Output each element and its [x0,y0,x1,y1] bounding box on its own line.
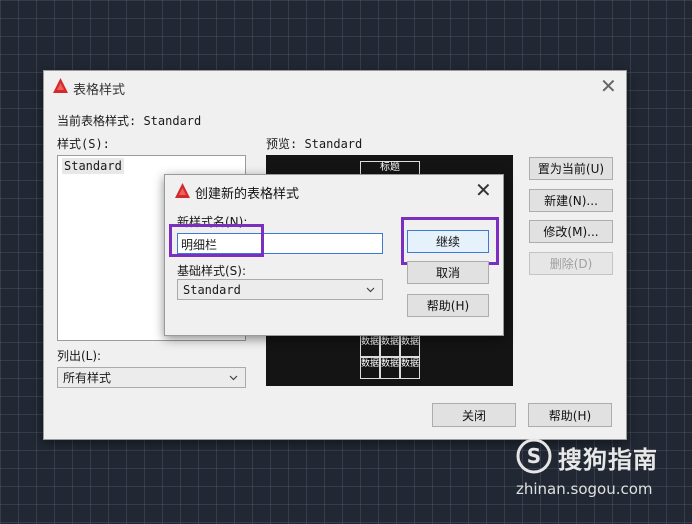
styles-label: 样式(S): [57,137,110,151]
close-icon[interactable]: ✕ [475,180,492,200]
preview-header: 标题 [360,161,420,175]
chevron-down-icon [229,375,238,381]
title-bar: 创建新的表格样式 ✕ [165,175,503,205]
close-button[interactable]: 关闭 [432,403,516,427]
modify-style-button[interactable]: 修改(M)... [529,220,613,243]
preview-label: 预览: Standard [266,137,363,151]
preview-cell: 数据 [380,357,400,379]
cancel-button[interactable]: 取消 [407,261,489,284]
new-style-button[interactable]: 新建(N)... [529,189,613,212]
chevron-down-icon [366,287,375,293]
name-highlight-box [169,224,264,257]
sogou-watermark: S 搜狗指南 zhinan.sogou.com [514,438,684,508]
title-bar: 表格样式 ✕ [44,71,626,103]
preview-cell: 数据 [360,357,380,379]
dialog-title: 表格样式 [73,83,126,98]
watermark-brand: 搜狗指南 [558,446,658,474]
preview-cell: 数据 [400,357,420,379]
help-button[interactable]: 帮助(H) [528,403,612,427]
base-style-label: 基础样式(S): [177,264,247,278]
help-button[interactable]: 帮助(H) [407,294,489,317]
svg-text:S: S [527,444,541,468]
autocad-logo-icon [53,78,68,93]
preview-cell: 数据 [400,335,420,357]
delete-style-button[interactable]: 删除(D) [529,252,613,275]
current-style-label: 当前表格样式: Standard [57,114,202,128]
continue-highlight-box [401,217,499,265]
preview-cell: 数据 [380,335,400,357]
list-filter-value: 所有样式 [63,371,112,385]
base-style-select[interactable]: Standard [177,279,383,300]
autocad-logo-icon [175,183,190,198]
create-table-style-dialog: 创建新的表格样式 ✕ 新样式名(N): 明细栏 基础样式(S): Standar… [164,174,504,336]
dialog-title: 创建新的表格样式 [195,187,300,202]
list-filter-select[interactable]: 所有样式 [57,367,246,388]
list-item[interactable]: Standard [62,158,124,174]
close-icon[interactable]: ✕ [600,76,617,96]
list-label: 列出(L): [57,349,102,363]
preview-cell: 数据 [360,335,380,357]
sogou-logo-icon: S [516,438,552,474]
base-style-value: Standard [183,282,241,297]
set-current-button[interactable]: 置为当前(U) [529,157,613,180]
watermark-url: zhinan.sogou.com [516,480,653,498]
